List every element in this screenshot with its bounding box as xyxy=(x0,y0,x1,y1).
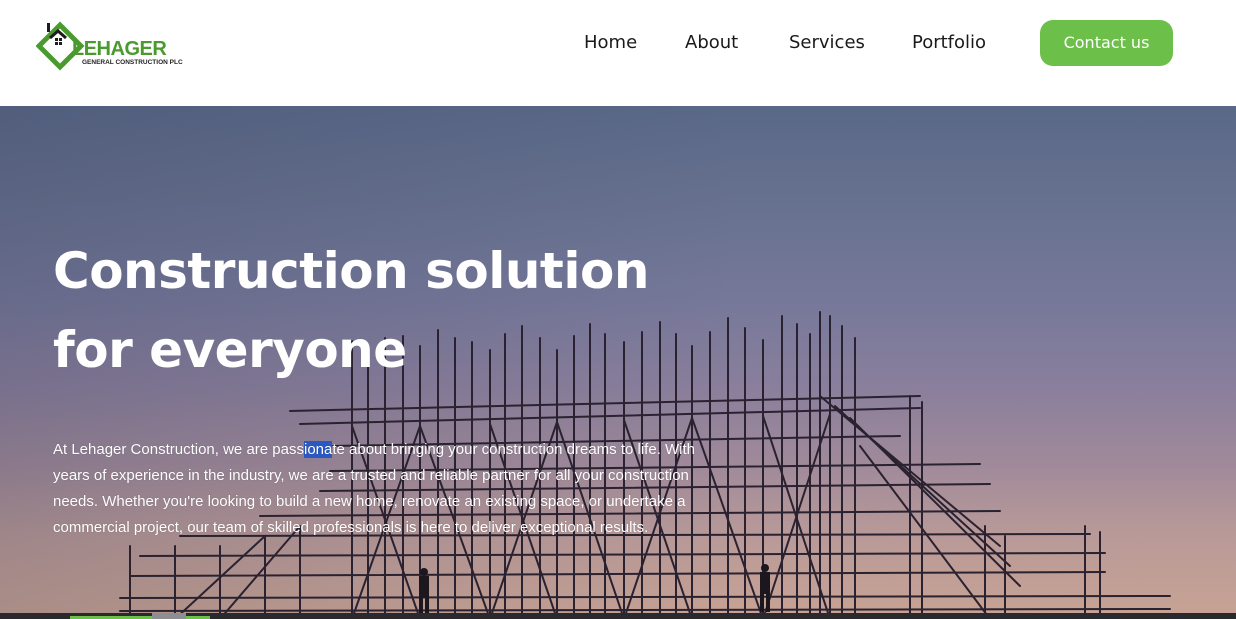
hero-description-start: At Lehager Construction, we are pass xyxy=(53,441,304,458)
hero-section: Construction solution for everyone At Le… xyxy=(0,106,1236,619)
nav-home[interactable]: Home xyxy=(584,31,637,55)
company-logo[interactable]: LEHAGER GENERAL CONSTRUCTION PLC xyxy=(36,20,183,72)
contact-us-button[interactable]: Contact us xyxy=(1040,20,1173,66)
site-header: LEHAGER GENERAL CONSTRUCTION PLC Home Ab… xyxy=(0,0,1236,106)
nav-about[interactable]: About xyxy=(685,31,738,55)
logo-subtitle: GENERAL CONSTRUCTION PLC xyxy=(82,59,183,66)
hero-description: At Lehager Construction, we are passiona… xyxy=(53,437,723,541)
nav-services[interactable]: Services xyxy=(789,31,865,55)
hero-title-line-2: for everyone xyxy=(53,321,407,379)
hero-description-selection: iona xyxy=(303,441,333,458)
nav-portfolio[interactable]: Portfolio xyxy=(912,31,986,55)
hero-title-line-1: Construction solution xyxy=(53,242,649,300)
logo-wordmark: LEHAGER xyxy=(72,38,167,60)
hero-bottom-accent-secondary xyxy=(152,613,186,619)
